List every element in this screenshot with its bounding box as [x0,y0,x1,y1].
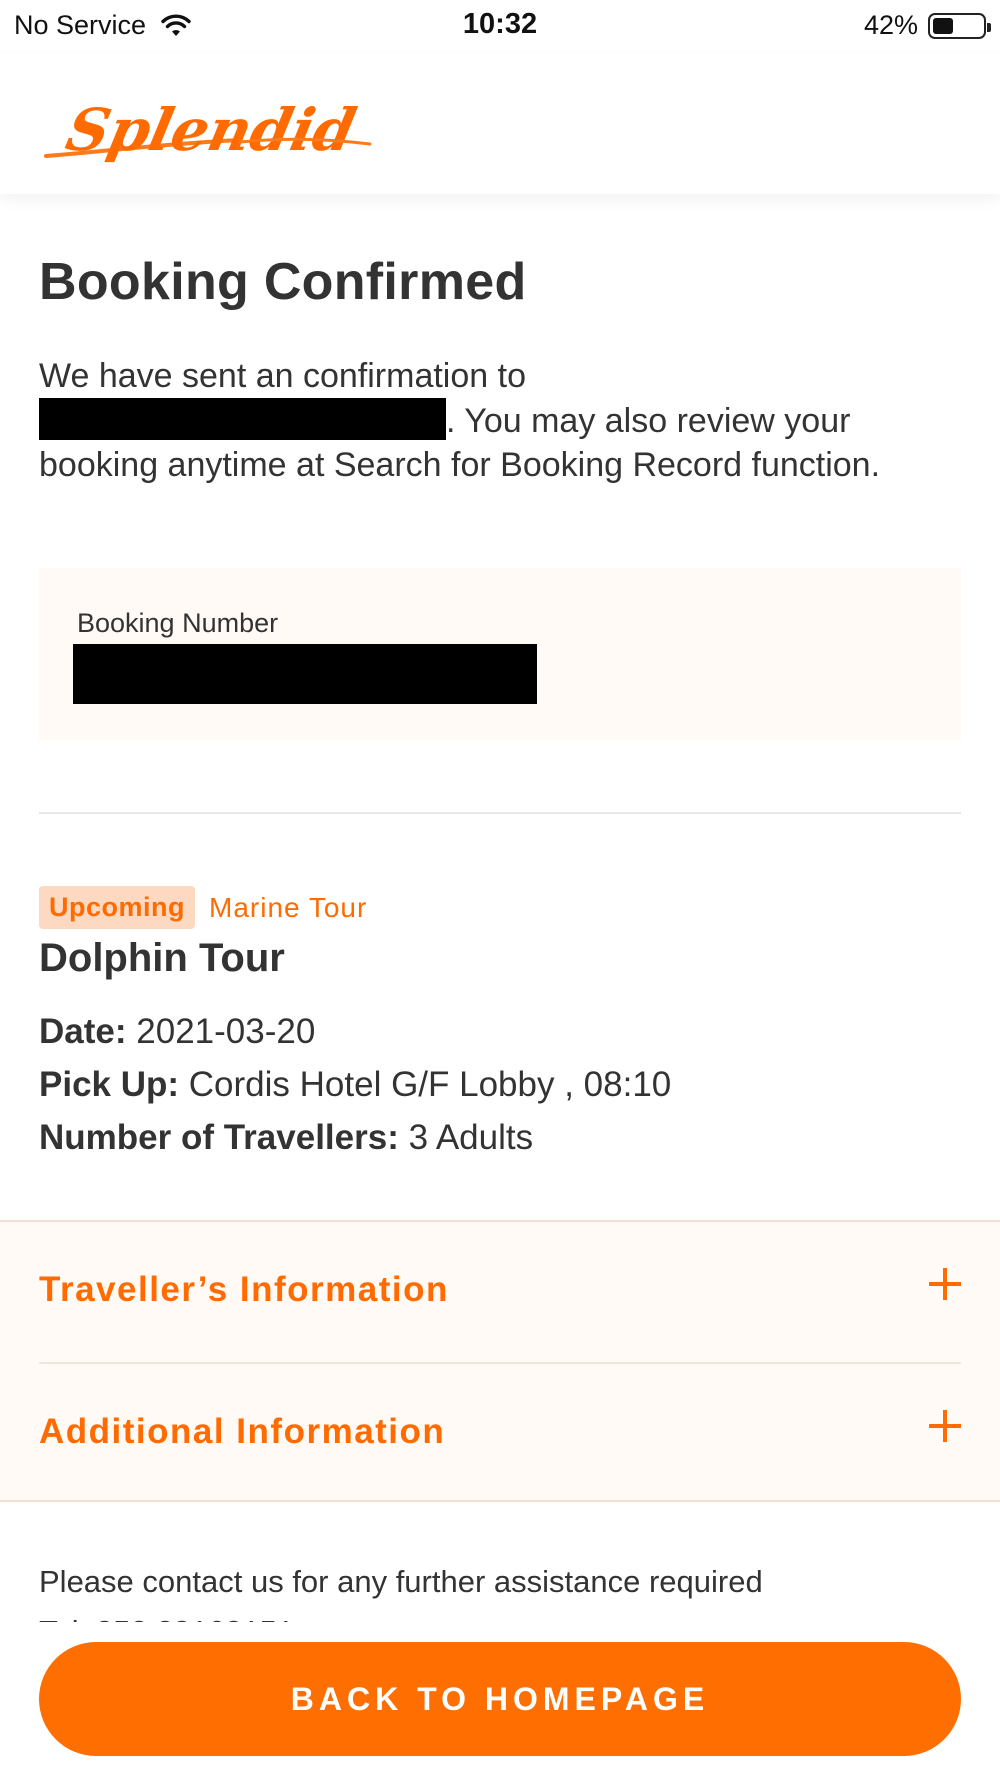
pickup-label: Pick Up: [39,1065,180,1104]
splendid-logo[interactable]: Splendid [40,82,380,172]
battery-fill [933,17,954,34]
travellers-label: Number of Travellers: [39,1118,399,1157]
battery-icon [928,12,991,39]
battery-nub [987,22,991,32]
logo-text: Splendid [61,96,362,164]
battery-percent: 42% [863,10,918,40]
accordion-traveller-info[interactable]: Traveller’s Information [39,1222,961,1362]
redacted-booking-number [73,644,537,704]
confirmation-message: We have sent an confirmation to . You ma… [39,354,939,487]
status-time: 10:32 [462,8,538,40]
accordion-additional-info[interactable]: Additional Information [39,1364,961,1504]
plus-icon[interactable] [929,1268,961,1300]
tour-category: Marine Tour [209,891,368,923]
traveller-info-label: Traveller’s Information [39,1270,449,1309]
booking-number-label: Booking Number [77,608,279,638]
status-badge: Upcoming [39,886,195,929]
additional-info-label: Additional Information [39,1412,446,1451]
back-to-homepage-button[interactable]: BACK TO HOMEPAGE [39,1642,961,1756]
travellers-value: 3 Adults [408,1118,534,1157]
tour-title: Dolphin Tour [39,936,285,980]
date-label: Date: [39,1012,127,1051]
tour-pickup: Pick Up: Cordis Hotel G/F Lobby , 08:10 [39,1065,671,1105]
section-divider [39,812,961,814]
pickup-value: Cordis Hotel G/F Lobby , 08:10 [188,1065,672,1104]
status-bar: No Service 10:32 42% [0,0,1000,54]
bottom-action-bar: BACK TO HOMEPAGE [0,1622,1000,1778]
booking-number-box: Booking Number [39,568,961,740]
date-value: 2021-03-20 [136,1012,316,1051]
tour-travellers: Number of Travellers: 3 Adults [39,1118,533,1158]
tour-tags: Upcoming Marine Tour [39,886,367,929]
status-right: 42% [863,10,991,41]
app-header: Splendid [0,54,1000,194]
tour-date: Date: 2021-03-20 [39,1012,315,1052]
redacted-email [39,398,446,440]
confirmation-prefix: We have sent an confirmation to [39,357,526,395]
contact-text: Please contact us for any further assist… [39,1564,763,1599]
plus-icon[interactable] [929,1410,961,1442]
page-title: Booking Confirmed [39,253,527,311]
info-accordion: Traveller’s Information Additional Infor… [0,1220,1000,1502]
